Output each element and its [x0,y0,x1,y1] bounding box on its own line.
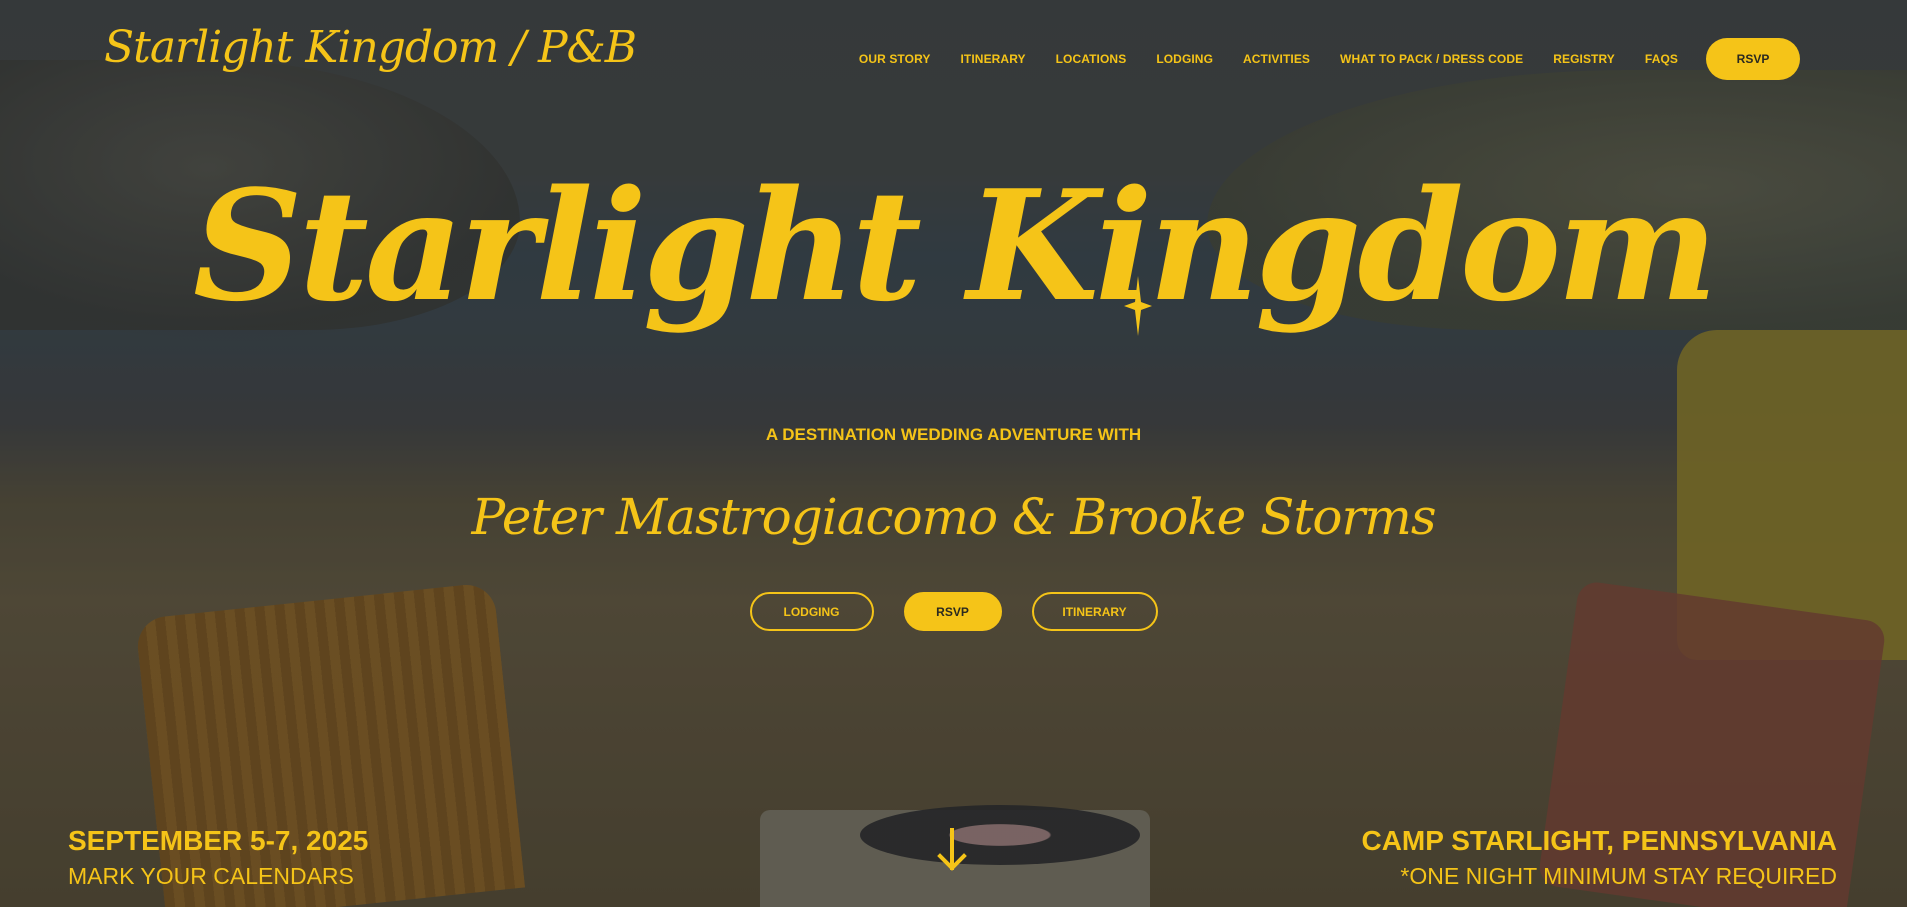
event-location-block: CAMP STARLIGHT, PENNSYLVANIA *ONE NIGHT … [1361,825,1837,890]
event-date-block: SEPTEMBER 5-7, 2025 MARK YOUR CALENDARS [68,825,369,890]
down-arrow-icon[interactable] [936,828,968,872]
sparkle-icon [1124,276,1152,336]
itinerary-button[interactable]: ITINERARY [1031,592,1158,631]
nav-what-to-pack[interactable]: WHAT TO PACK / DRESS CODE [1340,52,1523,66]
nav-our-story[interactable]: OUR STORY [859,52,931,66]
main-nav: OUR STORY ITINERARY LOCATIONS LODGING AC… [859,38,1800,80]
couple-names: Peter Mastrogiacomo & Brooke Storms [471,488,1437,546]
nav-faqs[interactable]: FAQS [1645,52,1678,66]
event-location: CAMP STARLIGHT, PENNSYLVANIA [1361,825,1837,856]
nav-locations[interactable]: LOCATIONS [1056,52,1127,66]
nav-rsvp-button[interactable]: RSVP [1706,38,1800,80]
event-location-note: *ONE NIGHT MINIMUM STAY REQUIRED [1400,862,1837,889]
hero-buttons: LODGING RSVP ITINERARY [0,592,1907,631]
page: Starlight Kingdom / P&B OUR STORY ITINER… [0,0,1907,907]
site-header: Starlight Kingdom / P&B OUR STORY ITINER… [0,0,1907,118]
nav-activities[interactable]: ACTIVITIES [1243,52,1310,66]
hero-tagline: A DESTINATION WEDDING ADVENTURE WITH [765,425,1142,444]
brand-logo[interactable]: Starlight Kingdom / P&B [104,22,637,73]
hero-title: Starlight Kingdom [192,156,1718,335]
lodging-button[interactable]: LODGING [749,592,874,631]
rsvp-button[interactable]: RSVP [903,592,1002,631]
event-date: SEPTEMBER 5-7, 2025 [68,825,369,856]
nav-lodging[interactable]: LODGING [1156,52,1213,66]
event-date-note: MARK YOUR CALENDARS [68,862,354,889]
nav-itinerary[interactable]: ITINERARY [961,52,1026,66]
nav-registry[interactable]: REGISTRY [1553,52,1615,66]
background-overlay [0,0,1907,907]
